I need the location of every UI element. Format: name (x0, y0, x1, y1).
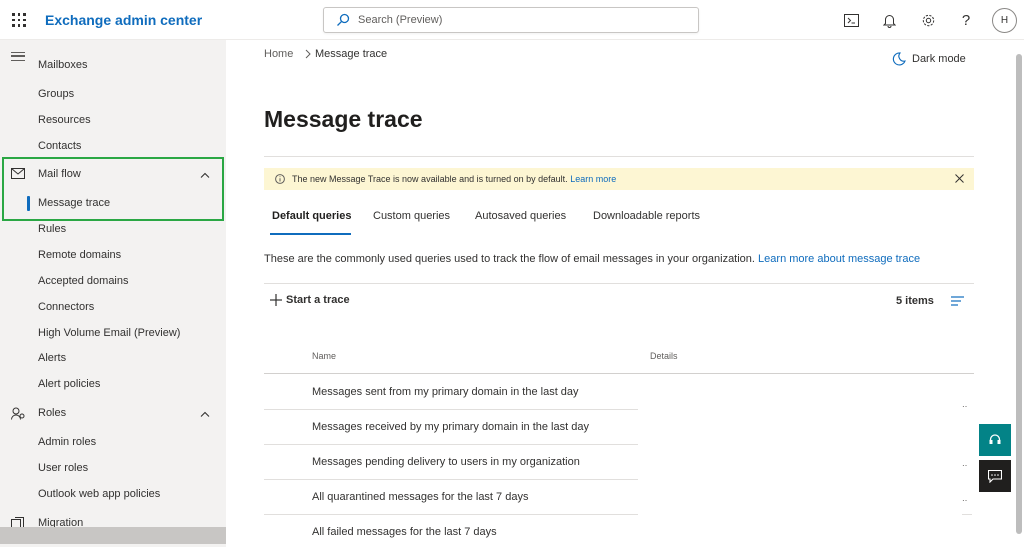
app-title[interactable]: Exchange admin center (45, 12, 202, 28)
tab-autosaved-queries[interactable]: Autosaved queries (475, 210, 566, 222)
column-header-name[interactable]: Name (312, 351, 336, 361)
table-row[interactable]: All failed messages for the last 7 days (264, 515, 638, 550)
row-name[interactable]: Messages pending delivery to users in my… (312, 456, 580, 468)
sidebar-item-resources[interactable]: Resources (0, 108, 226, 133)
main-content: Home Message trace Dark mode Message tra… (226, 40, 1024, 547)
row-more-divider (962, 514, 972, 515)
toolbar-divider (264, 283, 974, 284)
sidebar-item-outlook-web-app-policies[interactable]: Outlook web app policies (0, 482, 226, 507)
sidebar-item-label: Alert policies (38, 378, 101, 390)
top-bar: Exchange admin center ? H (0, 0, 1024, 40)
chevron-up-icon[interactable] (200, 411, 210, 417)
sidebar-item-label: Admin roles (38, 436, 97, 448)
sidebar-item-label: Contacts (38, 140, 82, 152)
moon-icon (892, 52, 906, 66)
sidebar-item-groups[interactable]: Groups (0, 82, 226, 107)
plus-icon (270, 294, 282, 306)
dark-mode-label: Dark mode (912, 53, 966, 65)
sidebar-item-accepted-domains[interactable]: Accepted domains (0, 269, 226, 294)
mail-flow-highlight-box (2, 157, 224, 221)
feedback-button[interactable] (979, 460, 1011, 492)
sidebar-item-label: Groups (38, 88, 75, 100)
sidebar-item-alert-policies[interactable]: Alert policies (0, 372, 226, 397)
sidebar-item-label: Roles (38, 407, 67, 419)
cloud-shell-icon[interactable] (841, 10, 861, 30)
start-trace-button[interactable]: Start a trace (270, 294, 350, 306)
sidebar-item-roles[interactable]: Roles (0, 401, 226, 426)
column-header-details[interactable]: Details (650, 351, 678, 361)
page-vertical-scrollbar[interactable] (1015, 40, 1024, 547)
settings-gear-icon[interactable] (918, 10, 938, 30)
sidebar-item-label: Resources (38, 114, 91, 126)
row-more-indicator: ‥ (962, 494, 968, 503)
sidebar-item-label: Mailboxes (38, 59, 88, 71)
sidebar-item-label: Outlook web app policies (38, 488, 161, 500)
chevron-right-icon (305, 49, 311, 59)
breadcrumb-home[interactable]: Home (264, 48, 293, 60)
sidebar-item-label: Remote domains (38, 249, 122, 261)
page-title: Message trace (264, 106, 423, 132)
learn-more-message-trace-link[interactable]: Learn more about message trace (758, 253, 920, 265)
banner-text: The new Message Trace is now available a… (292, 174, 568, 184)
sidebar-item-alerts[interactable]: Alerts (0, 346, 226, 371)
item-count: 5 items (896, 295, 934, 307)
search-input[interactable] (358, 8, 688, 32)
row-more-indicator: ‥ (962, 400, 968, 409)
sidebar-item-admin-roles[interactable]: Admin roles (0, 430, 226, 455)
page-description: These are the commonly used queries used… (264, 253, 920, 265)
row-name[interactable]: Messages sent from my primary domain in … (312, 386, 579, 398)
sidebar-item-high-volume-email[interactable]: High Volume Email (Preview) (0, 321, 226, 346)
sidebar-item-connectors[interactable]: Connectors (0, 295, 226, 320)
sidebar-item-contacts[interactable]: Contacts (0, 134, 226, 159)
sidebar-horizontal-scrollbar[interactable] (0, 527, 244, 544)
active-tab-indicator (270, 233, 351, 235)
breadcrumb-current: Message trace (315, 48, 388, 60)
sidebar-item-label: Alerts (38, 352, 67, 364)
row-more-indicator: ‥ (962, 459, 968, 468)
help-icon[interactable]: ? (956, 10, 976, 30)
table-row[interactable]: Messages pending delivery to users in my… (264, 445, 638, 480)
banner-text-wrap: The new Message Trace is now available a… (292, 168, 616, 190)
tab-custom-queries[interactable]: Custom queries (373, 210, 450, 222)
sidebar-item-remote-domains[interactable]: Remote domains (0, 243, 226, 268)
info-banner: The new Message Trace is now available a… (264, 168, 974, 190)
title-divider (264, 156, 974, 157)
scrollbar-thumb[interactable] (1016, 54, 1022, 534)
info-icon (275, 174, 285, 184)
app-launcher-icon[interactable] (12, 13, 26, 27)
table-row[interactable]: Messages received by my primary domain i… (264, 410, 638, 445)
notifications-bell-icon[interactable] (879, 10, 899, 30)
row-name[interactable]: All failed messages for the last 7 days (312, 526, 497, 538)
sidebar-item-label: Connectors (38, 301, 95, 313)
start-trace-label: Start a trace (286, 294, 350, 306)
close-icon[interactable] (955, 174, 964, 183)
sidebar-item-label: High Volume Email (Preview) (38, 327, 181, 339)
help-support-button[interactable] (979, 424, 1011, 456)
table-row[interactable]: Messages sent from my primary domain in … (264, 375, 638, 410)
row-name[interactable]: Messages received by my primary domain i… (312, 421, 589, 433)
sidebar-item-mailboxes[interactable]: Mailboxes (0, 57, 226, 73)
header-divider (264, 373, 974, 374)
row-name[interactable]: All quarantined messages for the last 7 … (312, 491, 528, 503)
sidebar-item-user-roles[interactable]: User roles (0, 456, 226, 481)
dark-mode-toggle[interactable]: Dark mode (892, 52, 966, 66)
headset-icon (989, 434, 1001, 444)
description-text: These are the commonly used queries used… (264, 253, 755, 265)
user-avatar[interactable]: H (992, 8, 1017, 33)
search-box[interactable] (323, 7, 699, 33)
banner-learn-more-link[interactable]: Learn more (570, 174, 616, 184)
tab-default-queries[interactable]: Default queries (272, 210, 351, 222)
sidebar-nav: Mailboxes Groups Resources Contacts Mail… (0, 40, 226, 547)
chat-icon (988, 469, 1002, 483)
list-filter-icon[interactable] (951, 296, 964, 306)
table-row[interactable]: All quarantined messages for the last 7 … (264, 480, 638, 515)
sidebar-item-label: User roles (38, 462, 89, 474)
search-icon (337, 13, 350, 26)
roles-person-icon (11, 407, 25, 420)
sidebar-item-label: Accepted domains (38, 275, 129, 287)
tab-downloadable-reports[interactable]: Downloadable reports (593, 210, 700, 222)
